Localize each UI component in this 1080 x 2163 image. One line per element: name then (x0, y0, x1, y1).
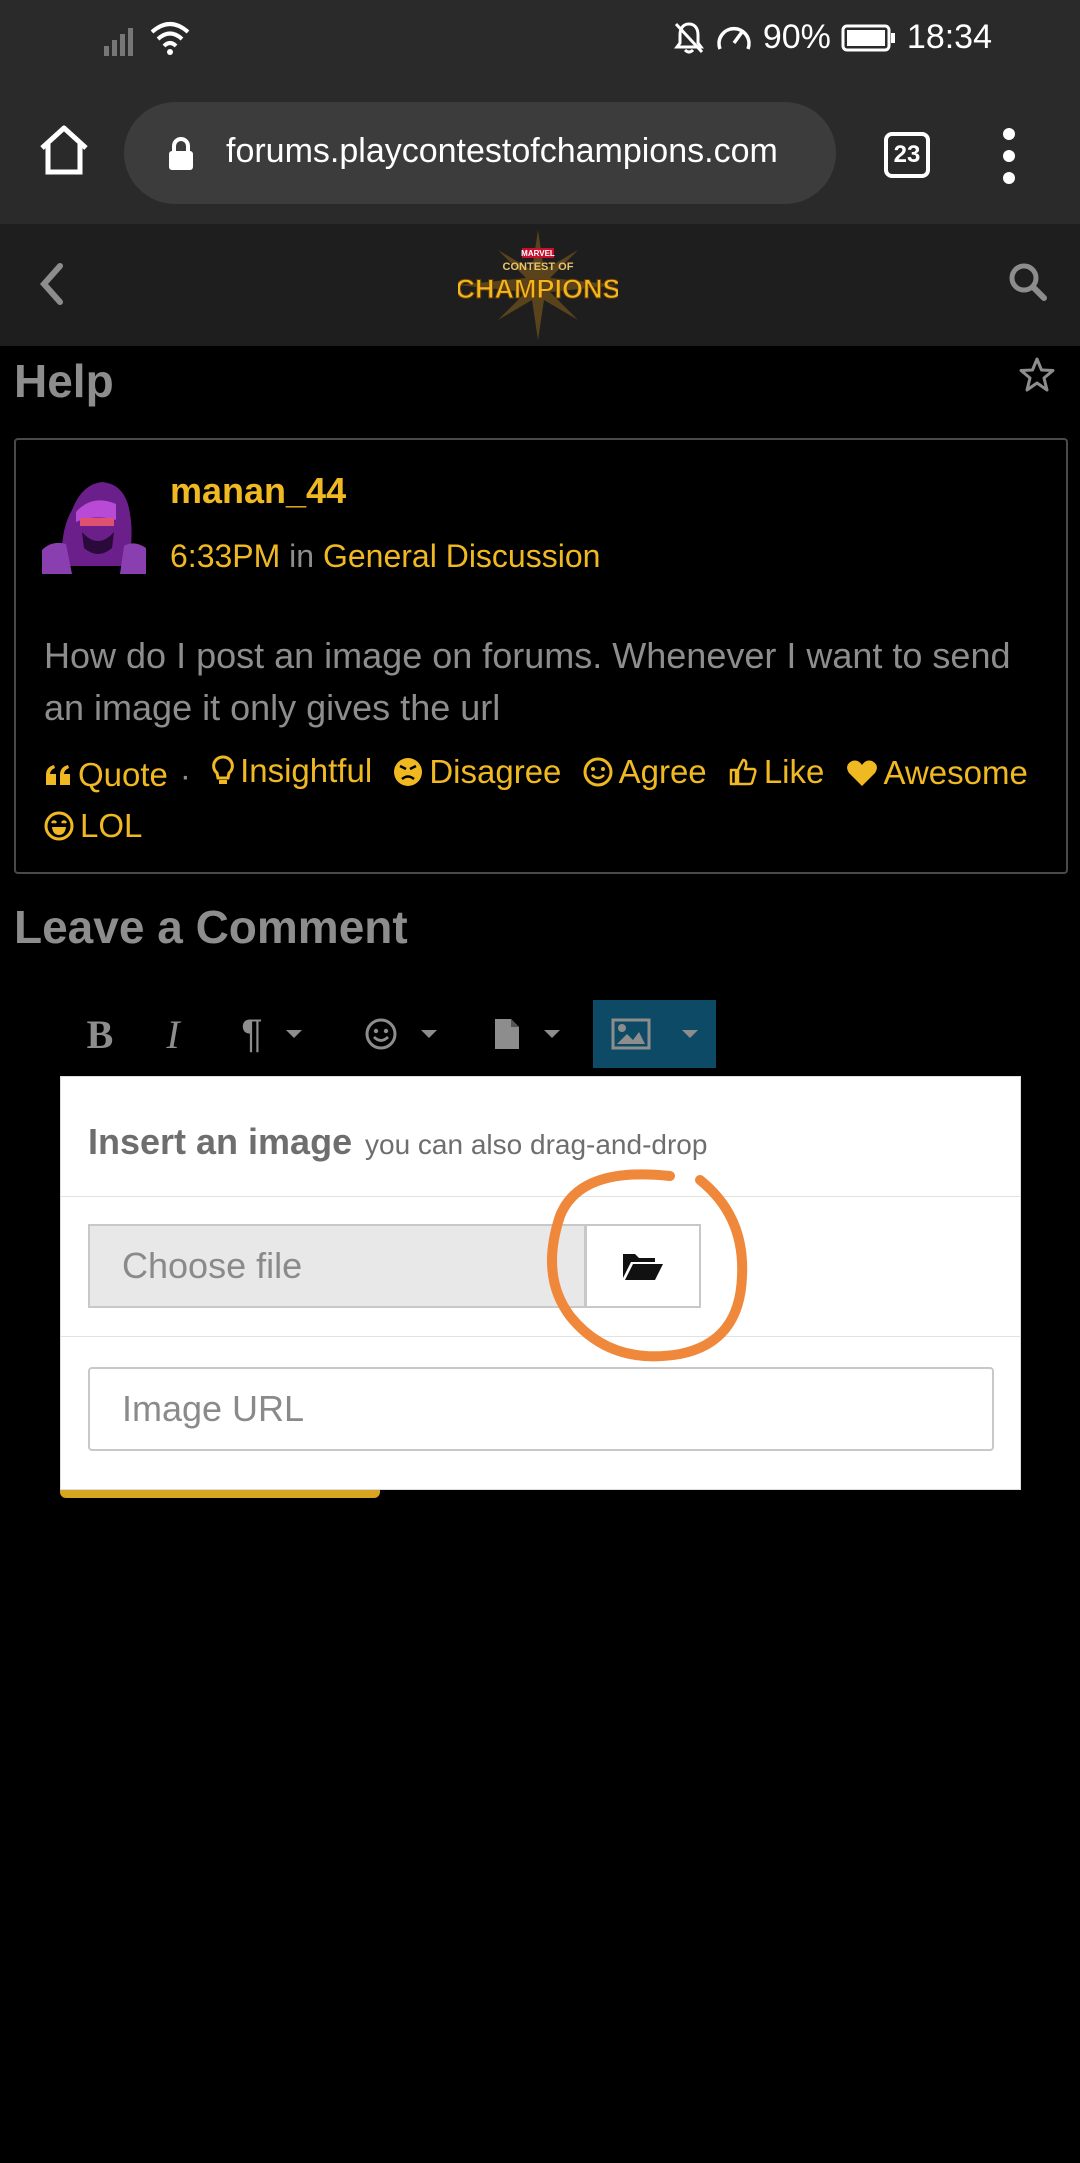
browse-files-button[interactable] (585, 1224, 701, 1308)
reaction-awesome-label: Awesome (883, 754, 1028, 791)
lock-icon (169, 137, 193, 170)
image-url-input[interactable]: Image URL (88, 1367, 994, 1451)
post-body: How do I post an image on forums. Whenev… (44, 635, 1011, 728)
speed-gauge-icon (717, 26, 751, 50)
search-icon[interactable] (1008, 262, 1048, 302)
url-text: forums.playcontestofchampions.com (226, 132, 778, 170)
post-meta: 6:33PM in General Discussion (170, 538, 600, 575)
bold-button[interactable]: B (80, 1000, 120, 1068)
logo-main-text: CHAMPIONS (458, 274, 618, 304)
paragraph-format-button[interactable]: ¶ (232, 1000, 312, 1068)
reaction-lol[interactable]: LOL (44, 801, 142, 851)
reaction-insightful-label: Insightful (240, 752, 373, 789)
caret-down-icon (681, 1030, 698, 1038)
bookmark-star-icon[interactable] (1018, 356, 1056, 394)
smile-icon (365, 1018, 397, 1050)
thumbs-up-icon (729, 758, 757, 786)
popup-subtitle: you can also drag-and-drop (365, 1129, 708, 1160)
browser-toolbar: forums.playcontestofchampions.com 23 (0, 80, 1080, 224)
site-header: MARVEL CONTEST OF CHAMPIONS (0, 224, 1080, 346)
emoji-button[interactable] (356, 1000, 446, 1068)
laughing-face-icon (44, 811, 74, 841)
choose-file-input[interactable]: Choose file (88, 1224, 586, 1308)
quote-icon (46, 765, 70, 785)
caret-down-icon (285, 1030, 302, 1038)
reaction-awesome[interactable]: Awesome (846, 748, 1028, 798)
angry-face-icon (394, 758, 423, 786)
reaction-agree-label: Agree (618, 753, 707, 790)
home-icon[interactable] (36, 122, 92, 178)
attach-file-button[interactable] (482, 1000, 572, 1068)
leave-comment-heading: Leave a Comment (14, 901, 408, 953)
italic-button[interactable]: I (158, 1000, 188, 1068)
more-options-icon[interactable] (994, 126, 1024, 186)
address-bar[interactable]: forums.playcontestofchampions.com (124, 102, 836, 204)
post-time[interactable]: 6:33PM (170, 538, 280, 574)
reaction-like-label: Like (763, 753, 825, 790)
image-icon (611, 1018, 650, 1050)
popup-title: Insert an image (88, 1121, 353, 1162)
lightbulb-icon (212, 755, 234, 784)
signal-icon (104, 28, 133, 56)
battery-percent: 90% (762, 18, 831, 56)
caret-down-icon (544, 1030, 560, 1038)
reaction-bar: Quote · Insightful Disagree Agree Like A… (44, 746, 1054, 855)
post-in-label: in (289, 538, 315, 574)
popup-header: Insert an image you can also drag-and-dr… (61, 1077, 1020, 1197)
reaction-agree[interactable]: Agree (583, 747, 707, 797)
tab-switcher-button[interactable]: 23 (884, 132, 930, 178)
reaction-quote-label: Quote (78, 756, 168, 793)
post-author[interactable]: manan_44 (170, 470, 346, 512)
mute-bell-icon (673, 21, 704, 53)
post-card: manan_44 6:33PM in General Discussion Ho… (14, 438, 1068, 874)
reaction-insightful[interactable]: Insightful (212, 746, 372, 796)
reaction-quote[interactable]: Quote (44, 750, 168, 800)
post-category-link[interactable]: General Discussion (323, 538, 600, 574)
reaction-lol-label: LOL (80, 807, 143, 844)
logo-marvel-text: MARVEL (521, 249, 555, 258)
reaction-disagree[interactable]: Disagree (393, 747, 561, 797)
file-upload-row: Choose file (61, 1197, 1020, 1337)
contest-of-champions-logo[interactable]: MARVEL CONTEST OF CHAMPIONS (458, 230, 618, 340)
heart-icon (846, 760, 877, 786)
wifi-icon (150, 22, 190, 55)
file-icon (495, 1019, 519, 1049)
battery-icon (841, 24, 895, 51)
folder-open-icon (623, 1254, 663, 1280)
discussion-title: Help (14, 355, 114, 407)
clock: 18:34 (906, 18, 992, 56)
reaction-disagree-label: Disagree (429, 753, 562, 790)
status-bar: 90% 18:34 (0, 0, 1080, 80)
caret-down-icon (421, 1030, 437, 1038)
insert-image-popup: Insert an image you can also drag-and-dr… (60, 1076, 1021, 1490)
insert-image-button[interactable] (593, 1000, 716, 1068)
smile-icon (583, 757, 613, 787)
reaction-like[interactable]: Like (728, 747, 825, 797)
back-chevron-icon[interactable] (36, 260, 66, 308)
avatar[interactable] (42, 470, 146, 574)
logo-top-text: CONTEST OF (503, 261, 574, 273)
paragraph-icon: ¶ (241, 1011, 263, 1056)
